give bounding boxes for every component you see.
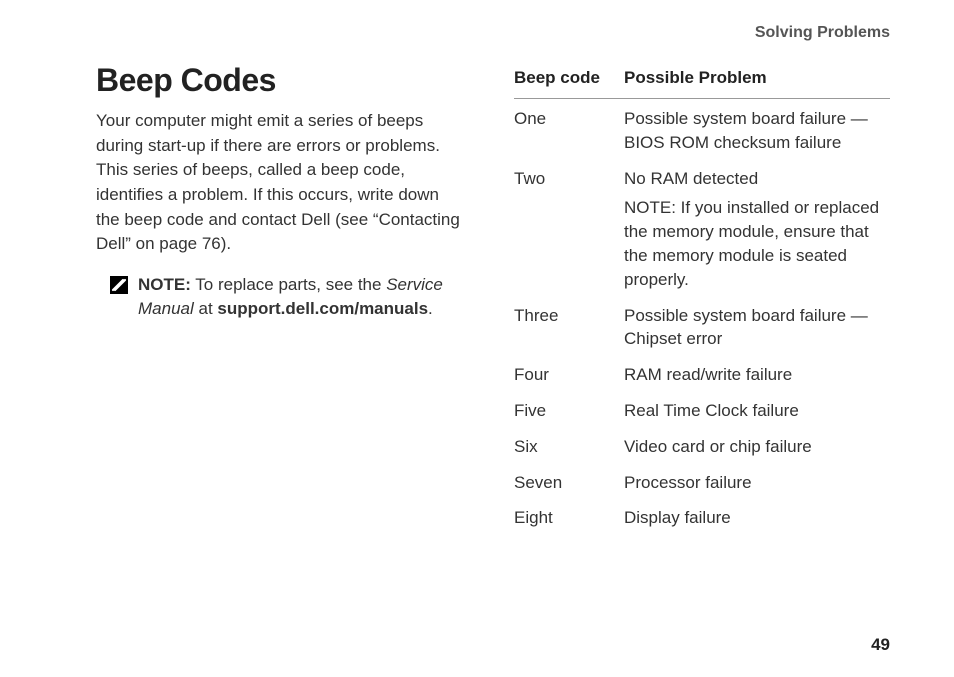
- table-header-row: Beep code Possible Problem: [514, 62, 890, 99]
- note-url: support.dell.com/manuals: [217, 299, 428, 318]
- beep-code-cell: Three: [514, 296, 624, 356]
- beep-problem-cell: Video card or chip failure: [624, 427, 890, 463]
- beep-code-cell: One: [514, 99, 624, 159]
- beep-code-cell: Eight: [514, 498, 624, 534]
- beep-problem-cell: Possible system board failure — Chipset …: [624, 296, 890, 356]
- note-icon: [110, 276, 128, 294]
- page-number: 49: [871, 635, 890, 655]
- problem-text: Processor failure: [624, 473, 752, 492]
- beep-code-cell: Seven: [514, 463, 624, 499]
- table-row: TwoNo RAM detected NOTE: If you installed…: [514, 159, 890, 296]
- beep-code-cell: Six: [514, 427, 624, 463]
- table-row: FourRAM read/write failure: [514, 355, 890, 391]
- problem-note: NOTE: If you installed or replaced the m…: [624, 196, 882, 291]
- problem-text: Possible system board failure — BIOS ROM…: [624, 109, 868, 152]
- table-row: ThreePossible system board failure — Chi…: [514, 296, 890, 356]
- beep-code-cell: Two: [514, 159, 624, 296]
- note-label: NOTE:: [138, 275, 191, 294]
- beep-problem-cell: Possible system board failure — BIOS ROM…: [624, 99, 890, 159]
- table-header-problem: Possible Problem: [624, 62, 890, 99]
- beep-codes-table: Beep code Possible Problem OnePossible s…: [514, 62, 890, 534]
- table-header-code: Beep code: [514, 62, 624, 99]
- beep-code-cell: Five: [514, 391, 624, 427]
- problem-note-label: NOTE:: [624, 198, 676, 217]
- left-column: Beep Codes Your computer might emit a se…: [96, 62, 466, 534]
- beep-problem-cell: Display failure: [624, 498, 890, 534]
- page-header: Solving Problems: [96, 24, 890, 42]
- beep-code-cell: Four: [514, 355, 624, 391]
- note-after: .: [428, 299, 433, 318]
- note-block: NOTE: To replace parts, see the Service …: [110, 273, 466, 322]
- beep-problem-cell: Real Time Clock failure: [624, 391, 890, 427]
- problem-text: Video card or chip failure: [624, 437, 812, 456]
- note-mid: at: [194, 299, 218, 318]
- right-column: Beep code Possible Problem OnePossible s…: [514, 62, 890, 534]
- beep-problem-cell: Processor failure: [624, 463, 890, 499]
- beep-problem-cell: No RAM detected NOTE: If you installed or…: [624, 159, 890, 296]
- problem-text: No RAM detected: [624, 169, 758, 188]
- table-row: OnePossible system board failure — BIOS …: [514, 99, 890, 159]
- note-before: To replace parts, see the: [191, 275, 386, 294]
- section-title: Beep Codes: [96, 62, 466, 99]
- beep-problem-cell: RAM read/write failure: [624, 355, 890, 391]
- table-row: EightDisplay failure: [514, 498, 890, 534]
- note-text: NOTE: To replace parts, see the Service …: [138, 273, 466, 322]
- intro-paragraph: Your computer might emit a series of bee…: [96, 109, 466, 257]
- problem-text: Display failure: [624, 508, 731, 527]
- header-title: Solving Problems: [755, 24, 890, 41]
- table-row: SixVideo card or chip failure: [514, 427, 890, 463]
- table-row: FiveReal Time Clock failure: [514, 391, 890, 427]
- table-row: SevenProcessor failure: [514, 463, 890, 499]
- problem-text: RAM read/write failure: [624, 365, 792, 384]
- content-columns: Beep Codes Your computer might emit a se…: [96, 62, 890, 534]
- problem-text: Real Time Clock failure: [624, 401, 799, 420]
- problem-text: Possible system board failure — Chipset …: [624, 306, 868, 349]
